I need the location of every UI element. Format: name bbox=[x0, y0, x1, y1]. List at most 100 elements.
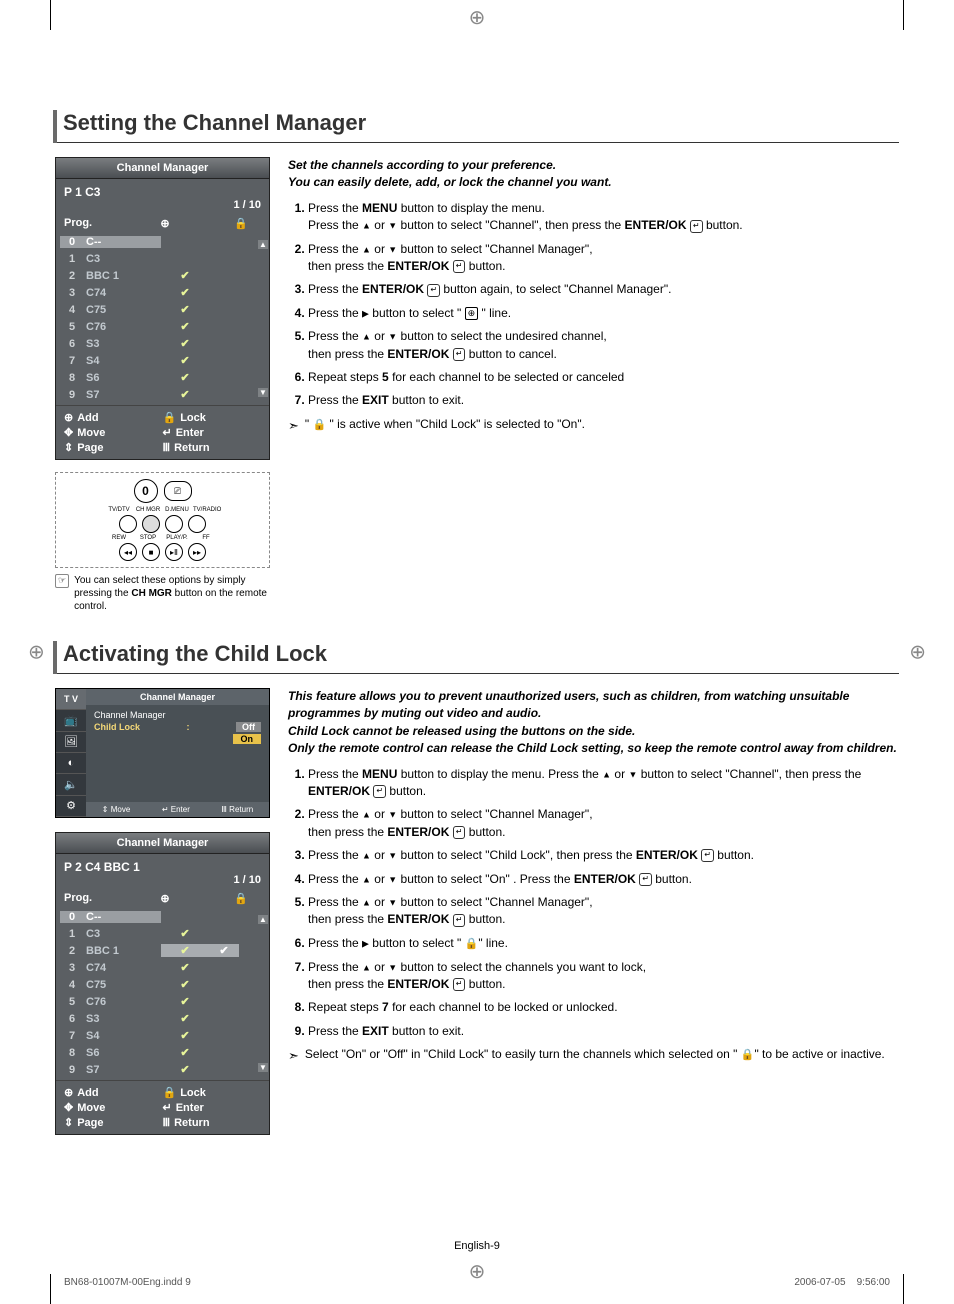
osd-title: Channel Manager bbox=[56, 158, 269, 179]
side-icon: 🔈 bbox=[56, 774, 86, 795]
remote-label: REW bbox=[106, 535, 132, 541]
intro-line: You can easily delete, add, or lock the … bbox=[288, 175, 612, 189]
instruction-step: Press the ▲ or ▼ button to select "On" .… bbox=[308, 871, 899, 888]
remote-label: TV/RADIO bbox=[193, 507, 219, 513]
col-lock-icon: 🔒 bbox=[221, 217, 261, 230]
osd-pager: 1 / 10 bbox=[56, 874, 269, 888]
legend-return: ⅢReturn bbox=[163, 441, 262, 454]
remote-label: FF bbox=[193, 535, 219, 541]
side-icon: ⚙ bbox=[56, 796, 86, 817]
mini-osd-childlock-row: Child Lock : Off bbox=[92, 721, 263, 733]
col-lock-icon: 🔒 bbox=[221, 892, 261, 905]
crop-mark bbox=[50, 0, 51, 30]
instruction-step: Press the ▶ button to select " 🔒" line. bbox=[308, 935, 899, 953]
channel-row: 4C75✔ bbox=[60, 301, 265, 318]
side-tv-label: T V bbox=[56, 689, 86, 710]
legend-return: ⅢReturn bbox=[163, 1116, 262, 1129]
legend-move: ⇕ Move bbox=[102, 805, 131, 814]
instruction-step: Press the ▲ or ▼ button to select "Child… bbox=[308, 847, 899, 864]
remote-diagram: 0 ⎚ TV/DTVCH MGRD.MENUTV/RADIO REWSTOPPL… bbox=[55, 472, 270, 568]
instruction-step: Press the ▲ or ▼ button to select "Chann… bbox=[308, 894, 899, 929]
osd-menu-channel: T V 📺 🖼 ◐ 🔈 ⚙ Channel Manager Channel Ma… bbox=[55, 688, 270, 818]
instruction-step: Press the ▶ button to select " ⊕ " line. bbox=[308, 305, 899, 322]
legend-enter: ↵ Enter bbox=[162, 805, 190, 814]
col-prog: Prog. bbox=[64, 892, 109, 905]
instruction-step: Press the ENTER/OK button again, to sele… bbox=[308, 281, 899, 298]
remote-label: CH MGR bbox=[135, 507, 161, 513]
channel-row: 2BBC 1✔✔ bbox=[60, 942, 265, 959]
section-heading-channel-manager: Setting the Channel Manager bbox=[55, 110, 899, 143]
mini-osd-row: Channel Manager bbox=[92, 709, 263, 721]
footer-timestamp: 2006-07-05 9:56:00 bbox=[794, 1277, 890, 1288]
osd-status: P 1 C3 bbox=[64, 185, 100, 199]
channel-row: 7S4✔ bbox=[60, 1027, 265, 1044]
registration-mark-left: ⊕ bbox=[28, 640, 45, 665]
legend-move: ✥Move bbox=[64, 1101, 163, 1114]
osd-channel-manager-2: Channel Manager P 2 C4 BBC 1 1 / 10 Prog… bbox=[55, 832, 270, 1135]
instruction-step: Repeat steps 5 for each channel to be se… bbox=[308, 369, 899, 386]
legend-enter: ↵Enter bbox=[163, 1101, 262, 1114]
remote-label: PLAY/P. bbox=[164, 535, 190, 541]
osd-pager: 1 / 10 bbox=[56, 199, 269, 213]
side-icon: 🖼 bbox=[56, 732, 86, 753]
info-note: ➣ " 🔒 " is active when "Child Lock" is s… bbox=[288, 416, 899, 436]
instruction-step: Repeat steps 7 for each channel to be lo… bbox=[308, 999, 899, 1016]
legend-enter: ↵Enter bbox=[163, 426, 262, 439]
legend-add: ⊕Add bbox=[64, 1086, 163, 1099]
footer-filename: BN68-01007M-00Eng.indd 9 bbox=[64, 1277, 191, 1288]
side-icon: ◐ bbox=[56, 753, 86, 774]
channel-row: 7S4✔ bbox=[60, 352, 265, 369]
mini-osd-on-option: On bbox=[92, 733, 263, 745]
legend-page: ⇕Page bbox=[64, 1116, 163, 1129]
channel-row: 9S7✔ bbox=[60, 386, 265, 403]
scroll-down-icon: ▼ bbox=[258, 388, 268, 397]
channel-row: 1C3 bbox=[60, 250, 265, 267]
col-add-icon: ⊕ bbox=[109, 217, 221, 230]
remote-label: D.MENU bbox=[164, 507, 190, 513]
instruction-step: Press the EXIT button to exit. bbox=[308, 1023, 899, 1040]
crop-mark bbox=[50, 1274, 51, 1304]
scroll-down-icon: ▼ bbox=[258, 1063, 268, 1072]
side-icon: 📺 bbox=[56, 710, 86, 731]
instruction-step: Press the MENU button to display the men… bbox=[308, 200, 899, 235]
intro-line: Set the channels according to your prefe… bbox=[288, 158, 556, 172]
instruction-step: Press the ▲ or ▼ button to select the ch… bbox=[308, 959, 899, 994]
channel-row: 8S6✔ bbox=[60, 369, 265, 386]
legend-page: ⇕Page bbox=[64, 441, 163, 454]
scroll-up-icon: ▲ bbox=[258, 240, 268, 249]
instruction-step: Press the EXIT button to exit. bbox=[308, 392, 899, 409]
channel-row: 5C76✔ bbox=[60, 993, 265, 1010]
instruction-step: Press the ▲ or ▼ button to select "Chann… bbox=[308, 241, 899, 276]
legend-lock: 🔒Lock bbox=[163, 1086, 262, 1099]
hand-icon: ☞ bbox=[55, 574, 69, 588]
legend-add: ⊕Add bbox=[64, 411, 163, 424]
osd-title: Channel Manager bbox=[56, 833, 269, 854]
mini-osd-title: Channel Manager bbox=[86, 689, 269, 705]
channel-row: 3C74✔ bbox=[60, 284, 265, 301]
legend-return: Ⅲ Return bbox=[221, 805, 253, 814]
channel-row: 0C-- bbox=[60, 908, 265, 925]
instruction-step: Press the ▲ or ▼ button to select "Chann… bbox=[308, 806, 899, 841]
channel-row: 3C74✔ bbox=[60, 959, 265, 976]
channel-row: 5C76✔ bbox=[60, 318, 265, 335]
channel-row: 4C75✔ bbox=[60, 976, 265, 993]
info-note: ➣ Select "On" or "Off" in "Child Lock" t… bbox=[288, 1046, 899, 1066]
legend-move: ✥Move bbox=[64, 426, 163, 439]
crop-mark bbox=[903, 0, 904, 30]
instruction-step: Press the MENU button to display the men… bbox=[308, 766, 899, 801]
instruction-step: Press the ▲ or ▼ button to select the un… bbox=[308, 328, 899, 363]
channel-row: 6S3✔ bbox=[60, 1010, 265, 1027]
col-add-icon: ⊕ bbox=[109, 892, 221, 905]
registration-mark-right: ⊕ bbox=[909, 640, 926, 665]
remote-label: STOP bbox=[135, 535, 161, 541]
registration-mark-top: ⊕ bbox=[469, 5, 486, 30]
channel-row: 1C3✔ bbox=[60, 925, 265, 942]
channel-row: 0C-- bbox=[60, 233, 265, 250]
scroll-up-icon: ▲ bbox=[258, 915, 268, 924]
channel-row: 6S3✔ bbox=[60, 335, 265, 352]
page-number: English-9 bbox=[0, 1240, 954, 1252]
remote-label: TV/DTV bbox=[106, 507, 132, 513]
channel-row: 8S6✔ bbox=[60, 1044, 265, 1061]
channel-row: 9S7✔ bbox=[60, 1061, 265, 1078]
section-heading-child-lock: Activating the Child Lock bbox=[55, 641, 899, 674]
